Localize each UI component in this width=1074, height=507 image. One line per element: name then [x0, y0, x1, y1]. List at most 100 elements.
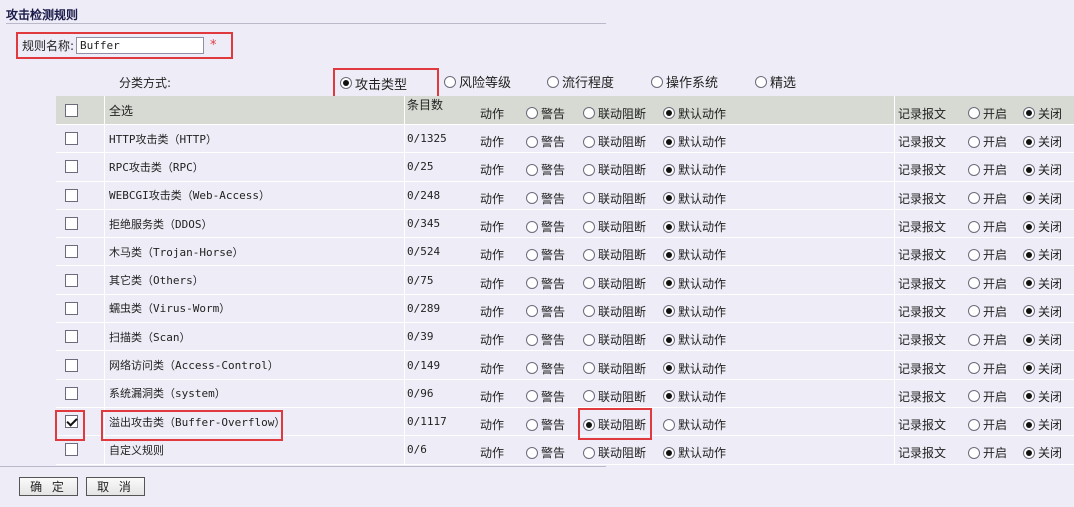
radio-icon	[663, 248, 675, 261]
row-default-option[interactable]: 默认动作	[663, 128, 726, 155]
row-record-on[interactable]: 开启	[968, 185, 1007, 212]
confirm-button[interactable]: 确 定	[19, 477, 78, 496]
row-default-option[interactable]: 默认动作	[663, 439, 726, 466]
row-category-name: 其它类（Others）	[109, 274, 204, 288]
header-block-option[interactable]: 联动阻断	[583, 99, 646, 127]
row-record-on[interactable]: 开启	[968, 241, 1007, 268]
radio-icon	[755, 75, 767, 88]
row-default-option[interactable]: 默认动作	[663, 241, 726, 268]
row-default-option[interactable]: 默认动作	[663, 156, 726, 183]
row-block-option[interactable]: 联动阻断	[583, 241, 646, 268]
header-record-off[interactable]: 关闭	[1023, 99, 1062, 127]
row-record-on[interactable]: 开启	[968, 411, 1007, 438]
radio-icon	[1023, 135, 1035, 148]
row-record-on[interactable]: 开启	[968, 439, 1007, 466]
row-record-off[interactable]: 关闭	[1023, 185, 1062, 212]
row-default-option[interactable]: 默认动作	[663, 354, 726, 381]
row-record-off[interactable]: 关闭	[1023, 156, 1062, 183]
row-count: 0/39	[407, 330, 434, 344]
row-warn-option[interactable]: 警告	[526, 128, 565, 155]
row-warn-option[interactable]: 警告	[526, 411, 565, 438]
row-record-off[interactable]: 关闭	[1023, 411, 1062, 438]
row-record-on[interactable]: 开启	[968, 269, 1007, 296]
row-block-option[interactable]: 联动阻断	[583, 439, 646, 466]
row-warn-option[interactable]: 警告	[526, 269, 565, 296]
classify-option-featured[interactable]: 精选	[755, 72, 796, 91]
header-default-option[interactable]: 默认动作	[663, 99, 726, 127]
radio-icon	[663, 277, 675, 290]
row-warn-option[interactable]: 警告	[526, 156, 565, 183]
classify-option-os[interactable]: 操作系统	[651, 72, 718, 91]
row-category-name: HTTP攻击类（HTTP）	[109, 132, 217, 146]
row-warn-option[interactable]: 警告	[526, 298, 565, 325]
row-checkbox[interactable]	[65, 273, 78, 287]
row-checkbox[interactable]	[65, 330, 78, 344]
row-warn-option[interactable]: 警告	[526, 213, 565, 240]
rule-name-input[interactable]: Buffer	[76, 37, 205, 54]
row-warn-option[interactable]: 警告	[526, 383, 565, 410]
row-default-option[interactable]: 默认动作	[663, 185, 726, 212]
row-record-off[interactable]: 关闭	[1023, 354, 1062, 381]
row-default-option[interactable]: 默认动作	[663, 326, 726, 353]
row-record-off[interactable]: 关闭	[1023, 241, 1062, 268]
row-checkbox[interactable]	[65, 160, 78, 174]
row-record-on[interactable]: 开启	[968, 213, 1007, 240]
row-record-off[interactable]: 关闭	[1023, 298, 1062, 325]
row-checkbox[interactable]	[65, 245, 78, 259]
row-block-option[interactable]: 联动阻断	[583, 156, 646, 183]
row-record-on[interactable]: 开启	[968, 383, 1007, 410]
row-record-off[interactable]: 关闭	[1023, 269, 1062, 296]
row-block-option[interactable]: 联动阻断	[583, 269, 646, 296]
classify-option-risk-level[interactable]: 风险等级	[444, 72, 511, 91]
row-block-option[interactable]: 联动阻断	[583, 383, 646, 410]
row-block-option[interactable]: 联动阻断	[583, 326, 646, 353]
row-record-on[interactable]: 开启	[968, 298, 1007, 325]
row-record-on[interactable]: 开启	[968, 326, 1007, 353]
row-record-off[interactable]: 关闭	[1023, 213, 1062, 240]
row-block-option[interactable]: 联动阻断	[583, 298, 646, 325]
row-record-off[interactable]: 关闭	[1023, 383, 1062, 410]
row-checkbox[interactable]	[65, 358, 78, 372]
radio-icon	[663, 418, 675, 431]
required-mark: *	[210, 38, 217, 53]
row-default-option[interactable]: 默认动作	[663, 269, 726, 296]
row-warn-option[interactable]: 警告	[526, 185, 565, 212]
row-checkbox[interactable]	[65, 188, 78, 202]
radio-icon	[526, 277, 538, 290]
row-block-option[interactable]: 联动阻断	[583, 213, 646, 240]
row-default-option[interactable]: 默认动作	[663, 298, 726, 325]
row-checkbox[interactable]	[65, 132, 78, 146]
row-checkbox[interactable]	[65, 217, 78, 231]
row-warn-option[interactable]: 警告	[526, 241, 565, 268]
header-warn-option[interactable]: 警告	[526, 99, 565, 127]
row-default-option[interactable]: 默认动作	[663, 383, 726, 410]
row-record-on[interactable]: 开启	[968, 156, 1007, 183]
select-all-checkbox[interactable]	[65, 103, 78, 117]
row-block-option[interactable]: 联动阻断	[583, 128, 646, 155]
header-record-on[interactable]: 开启	[968, 99, 1007, 127]
highlight-block-option	[578, 408, 652, 440]
row-record-off[interactable]: 关闭	[1023, 326, 1062, 353]
row-category-name: 系统漏洞类（system）	[109, 387, 226, 401]
classify-option-popularity[interactable]: 流行程度	[547, 72, 614, 91]
row-warn-option[interactable]: 警告	[526, 326, 565, 353]
radio-icon	[1023, 333, 1035, 346]
row-default-option[interactable]: 默认动作	[663, 411, 726, 438]
row-record-on[interactable]: 开启	[968, 354, 1007, 381]
row-record-off[interactable]: 关闭	[1023, 439, 1062, 466]
row-checkbox[interactable]	[65, 443, 78, 457]
row-checkbox[interactable]	[65, 301, 78, 315]
row-warn-option[interactable]: 警告	[526, 354, 565, 381]
radio-icon	[1023, 248, 1035, 261]
row-block-option[interactable]: 联动阻断	[583, 185, 646, 212]
row-warn-option[interactable]: 警告	[526, 439, 565, 466]
radio-icon	[968, 192, 980, 205]
row-record-off[interactable]: 关闭	[1023, 128, 1062, 155]
row-checkbox[interactable]	[65, 386, 78, 400]
row-block-option[interactable]: 联动阻断	[583, 354, 646, 381]
row-default-option[interactable]: 默认动作	[663, 213, 726, 240]
radio-icon	[968, 446, 980, 459]
radio-icon	[1023, 192, 1035, 205]
cancel-button[interactable]: 取 消	[86, 477, 145, 496]
row-record-on[interactable]: 开启	[968, 128, 1007, 155]
